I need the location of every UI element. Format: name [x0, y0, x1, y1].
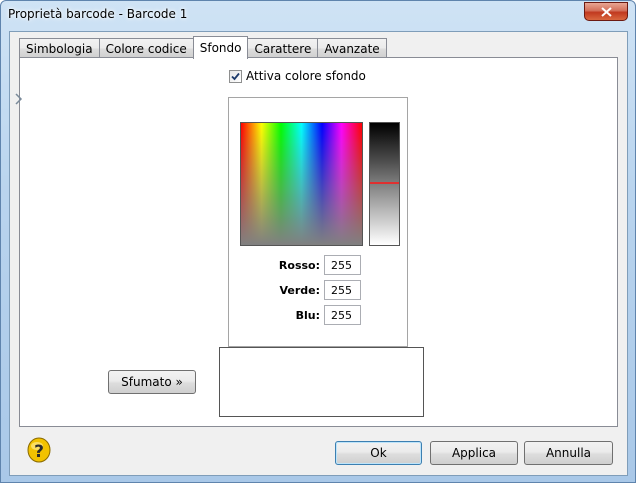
enable-background-checkbox[interactable]	[229, 69, 242, 83]
enable-background-label: Attiva colore sfondo	[246, 69, 366, 83]
background-preview	[219, 347, 424, 417]
red-input[interactable]: 255	[324, 255, 361, 275]
side-arrow-icon	[15, 93, 23, 105]
blue-row: Blu: 255	[269, 305, 361, 325]
help-icon[interactable]: ?	[27, 437, 51, 463]
color-spectrum[interactable]	[240, 122, 363, 246]
enable-background-row[interactable]: Attiva colore sfondo	[229, 69, 366, 83]
green-label: Verde:	[279, 283, 320, 297]
red-row: Rosso: 255	[269, 255, 361, 275]
window-title: Proprietà barcode - Barcode 1	[8, 7, 188, 21]
close-button[interactable]	[584, 2, 628, 21]
apply-button[interactable]: Applica	[430, 441, 518, 465]
blue-input[interactable]: 255	[324, 305, 361, 325]
tab-carattere[interactable]: Carattere	[247, 38, 319, 58]
luminance-slider[interactable]	[369, 122, 400, 246]
gradient-button[interactable]: Sfumato »	[108, 370, 196, 394]
tab-strip: Simbologia Colore codice Sfondo Caratter…	[19, 36, 387, 59]
dialog-body: Simbologia Colore codice Sfondo Caratter…	[9, 31, 628, 476]
ok-button[interactable]: Ok	[335, 441, 422, 465]
tab-sfondo[interactable]: Sfondo	[192, 36, 249, 59]
tab-avanzate[interactable]: Avanzate	[317, 38, 387, 58]
tab-panel-sfondo: Attiva colore sfondo Rosso: 255 Verde: 2…	[15, 57, 618, 427]
red-label: Rosso:	[278, 258, 320, 272]
blue-label: Blu:	[295, 308, 320, 322]
spectrum-saturation	[241, 123, 362, 245]
close-icon	[600, 6, 612, 17]
color-picker: Rosso: 255 Verde: 255 Blu: 255	[228, 97, 408, 347]
green-input[interactable]: 255	[324, 280, 361, 300]
luminance-marker[interactable]	[370, 182, 399, 184]
dialog-window: Proprietà barcode - Barcode 1 Simbologia…	[0, 0, 636, 483]
tab-colore-codice[interactable]: Colore codice	[98, 38, 194, 58]
svg-text:?: ?	[34, 442, 44, 462]
green-row: Verde: 255	[269, 280, 361, 300]
checkmark-icon	[231, 72, 240, 80]
title-bar[interactable]: Proprietà barcode - Barcode 1	[1, 1, 635, 29]
tab-simbologia[interactable]: Simbologia	[19, 38, 100, 58]
cancel-button[interactable]: Annulla	[524, 441, 613, 465]
